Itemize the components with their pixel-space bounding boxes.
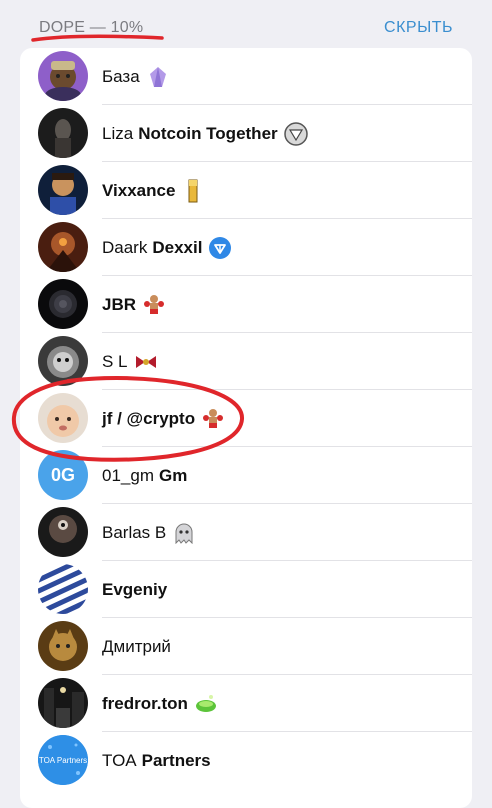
member-name: Daark Dexxil bbox=[102, 219, 232, 276]
avatar bbox=[38, 165, 88, 215]
ton-verified-icon bbox=[208, 236, 232, 260]
avatar bbox=[38, 621, 88, 671]
crystal-icon bbox=[146, 65, 170, 89]
list-item[interactable]: Barlas B bbox=[20, 504, 472, 561]
member-name: fredror.ton bbox=[102, 675, 218, 732]
avatar: TOA Partners bbox=[38, 735, 88, 785]
hide-button[interactable]: СКРЫТЬ bbox=[384, 19, 453, 37]
member-name: TOA Partners bbox=[102, 750, 211, 770]
members-list: База Liza Notcoin Together Vixxance Daar… bbox=[20, 48, 472, 808]
list-item[interactable]: JBR bbox=[20, 276, 472, 333]
avatar bbox=[38, 393, 88, 443]
avatar bbox=[38, 336, 88, 386]
avatar bbox=[38, 678, 88, 728]
gold-bar-icon bbox=[181, 179, 205, 203]
list-item[interactable]: Дмитрий bbox=[20, 618, 472, 675]
avatar-initials: 0G bbox=[50, 464, 75, 485]
member-name: S L bbox=[102, 333, 158, 390]
red-underline-annotation bbox=[31, 34, 164, 42]
section-header: DOPE — 10% СКРЫТЬ bbox=[0, 0, 492, 48]
member-name: Liza Notcoin Together bbox=[102, 105, 308, 162]
avatar bbox=[38, 222, 88, 272]
member-name: Vixxance bbox=[102, 162, 205, 219]
avatar bbox=[38, 279, 88, 329]
member-name: Дмитрий bbox=[102, 636, 171, 656]
member-name: Evgeniy bbox=[102, 579, 168, 599]
boxer-icon bbox=[201, 407, 225, 431]
list-item[interactable]: 0G 01_gm Gm bbox=[20, 447, 472, 504]
list-item[interactable]: fredror.ton bbox=[20, 675, 472, 732]
green-bowl-icon bbox=[194, 692, 218, 716]
list-item[interactable]: База bbox=[20, 48, 472, 105]
avatar: 0G bbox=[38, 450, 88, 500]
member-name: 01_gm Gm bbox=[102, 465, 188, 485]
ghost-icon bbox=[172, 521, 196, 545]
member-name: jf / @crypto bbox=[102, 390, 225, 447]
list-item[interactable]: Liza Notcoin Together bbox=[20, 105, 472, 162]
notcoin-icon bbox=[283, 121, 308, 146]
list-item[interactable]: TOA Partners TOA Partners bbox=[20, 732, 472, 789]
list-item[interactable]: jf / @crypto bbox=[20, 390, 472, 447]
avatar bbox=[38, 108, 88, 158]
list-item[interactable]: Vixxance bbox=[20, 162, 472, 219]
list-item[interactable]: Evgeniy bbox=[20, 561, 472, 618]
boxer-icon bbox=[142, 293, 166, 317]
avatar bbox=[38, 564, 88, 614]
avatar bbox=[38, 51, 88, 101]
list-item[interactable]: Daark Dexxil bbox=[20, 219, 472, 276]
member-name: База bbox=[102, 48, 170, 105]
avatar-initials: TOA Partners bbox=[38, 755, 88, 765]
bow-icon bbox=[134, 350, 158, 374]
member-name: Barlas B bbox=[102, 504, 196, 561]
list-item[interactable]: S L bbox=[20, 333, 472, 390]
avatar bbox=[38, 507, 88, 557]
member-name: JBR bbox=[102, 276, 166, 333]
